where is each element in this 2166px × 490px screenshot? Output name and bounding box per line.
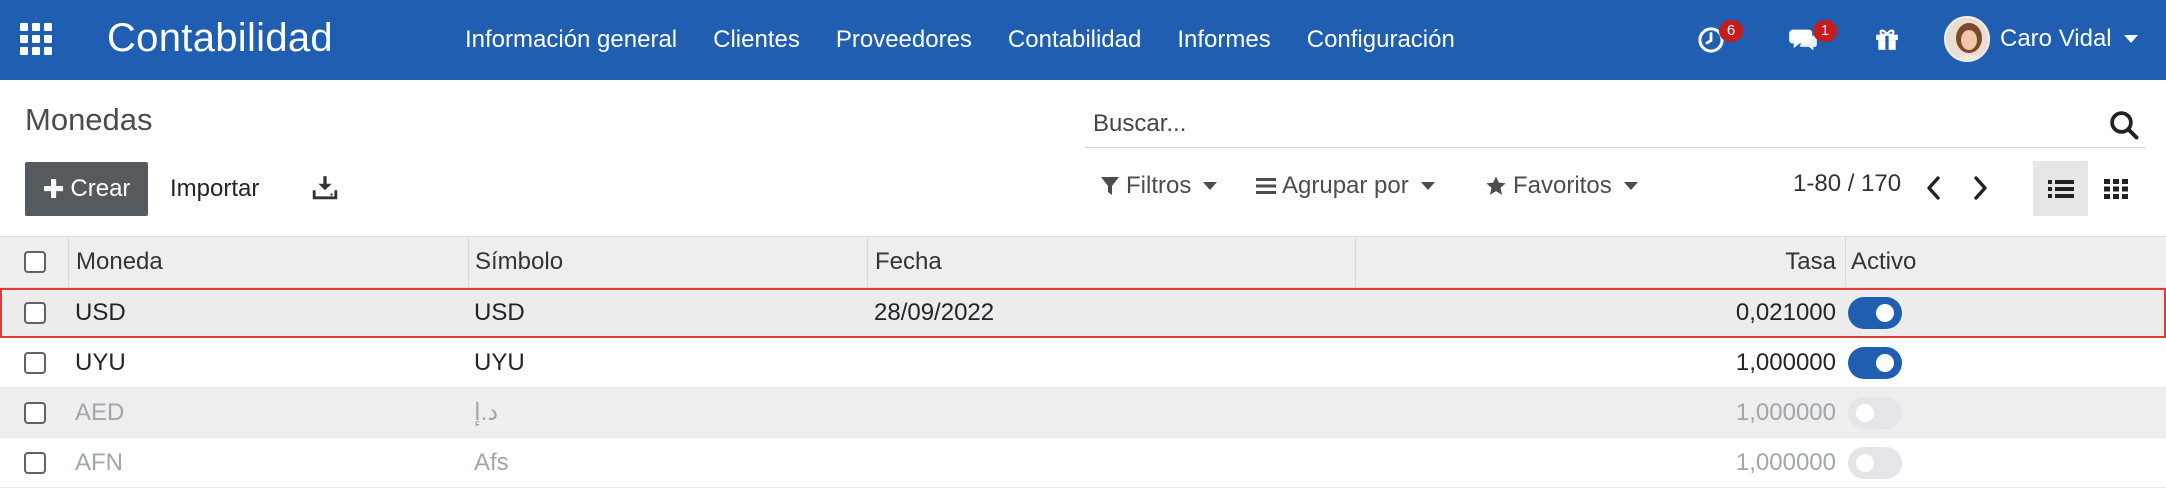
plus-icon: ✚ [42,173,65,204]
table-row[interactable]: USD USD 28/09/2022 0,021000 [0,288,2166,338]
group-by-dropdown[interactable]: Agrupar por [1256,168,1435,204]
rate-cell: 1,000000 [1735,398,1836,426]
column-header-tasa[interactable]: Tasa [1785,237,1836,287]
menu-item-clientes[interactable]: Clientes [713,26,800,54]
chevron-down-icon [1420,182,1435,190]
date-cell: 28/09/2022 [874,298,995,326]
activity-count-badge: 6 [1719,20,1743,42]
chevron-right-icon [1974,176,1987,200]
rate-cell: 1,000000 [1735,448,1836,476]
search-icon[interactable] [2109,110,2139,140]
row-checkbox[interactable] [24,351,46,374]
chevron-down-icon [2123,35,2138,43]
create-button[interactable]: ✚ Crear [25,162,148,216]
download-button[interactable] [312,174,338,202]
pager-previous-button[interactable] [1922,174,1946,202]
currency-cell: UYU [75,348,126,376]
messages-count-badge: 1 [1813,20,1837,42]
bars-icon [1256,176,1276,196]
row-checkbox[interactable] [24,451,46,474]
rate-cell: 1,000000 [1735,348,1836,376]
filters-dropdown[interactable]: Filtros [1100,168,1218,204]
pager-next-button[interactable] [1968,174,1992,202]
activity-button[interactable]: 6 [1697,20,1743,59]
column-header-fecha[interactable]: Fecha [875,237,942,287]
symbol-cell: USD [474,298,525,326]
table-row[interactable]: AFN Afs 1,000000 [0,438,2166,488]
messages-button[interactable]: 1 [1788,20,1837,59]
filters-label: Filtros [1126,172,1192,199]
favorites-label: Favoritos [1513,172,1612,199]
active-toggle[interactable] [1848,346,1902,379]
main-menu: Información general Clientes Proveedores… [465,0,1491,80]
apps-grid-icon[interactable] [20,23,54,57]
column-header-simbolo[interactable]: Símbolo [475,237,563,287]
symbol-cell: UYU [474,348,525,376]
user-name: Caro Vidal [2000,25,2112,52]
currency-cell: USD [75,298,126,326]
page-title: Monedas [25,102,153,137]
pager-value[interactable]: 1-80 / 170 [1793,170,1901,198]
active-toggle[interactable] [1848,396,1902,429]
download-icon [312,176,338,200]
search-bar [1085,102,2145,148]
group-by-label: Agrupar por [1282,172,1409,199]
active-toggle[interactable] [1848,296,1902,329]
table-row[interactable]: UYU UYU 1,000000 [0,338,2166,388]
symbol-cell: د.إ [474,399,499,426]
currency-cell: AED [75,398,125,426]
table-row[interactable]: AED د.إ 1,000000 [0,388,2166,438]
menu-item-configuracion[interactable]: Configuración [1307,26,1455,54]
rate-cell: 0,021000 [1735,298,1836,326]
chevron-left-icon [1927,176,1940,200]
chevron-down-icon [1623,182,1638,190]
create-button-label: Crear [70,175,131,202]
select-all-checkbox[interactable] [24,251,46,273]
filter-icon [1100,175,1120,197]
user-avatar [1944,16,1990,62]
favorites-dropdown[interactable]: Favoritos [1485,168,1638,204]
chevron-down-icon [1203,182,1218,190]
grid-icon [2103,178,2128,199]
row-checkbox[interactable] [24,401,46,424]
symbol-cell: Afs [474,448,509,476]
app-title: Contabilidad [107,16,333,60]
gift-button[interactable] [1874,26,1900,57]
column-header-activo[interactable]: Activo [1851,237,1916,287]
import-button[interactable]: Importar [170,162,259,216]
active-toggle[interactable] [1848,446,1902,479]
menu-item-proveedores[interactable]: Proveedores [836,26,972,54]
row-checkbox[interactable] [24,301,46,324]
search-input[interactable] [1085,102,2065,146]
list-icon [2047,179,2074,198]
menu-item-contabilidad[interactable]: Contabilidad [1008,26,1141,54]
currency-list: Moneda Símbolo Fecha Tasa Activo USD USD… [0,236,2166,488]
star-icon [1485,175,1507,197]
menu-item-informacion-general[interactable]: Información general [465,26,677,54]
gift-icon [1876,29,1898,50]
menu-item-informes[interactable]: Informes [1177,26,1270,54]
kanban-view-button[interactable] [2088,161,2143,216]
top-navbar: Contabilidad Información general Cliente… [0,0,2166,80]
user-menu[interactable]: Caro Vidal [1944,14,2138,64]
column-header-moneda[interactable]: Moneda [76,237,163,287]
table-header: Moneda Símbolo Fecha Tasa Activo [0,236,2166,288]
list-view-button[interactable] [2033,161,2088,216]
currency-cell: AFN [75,448,123,476]
